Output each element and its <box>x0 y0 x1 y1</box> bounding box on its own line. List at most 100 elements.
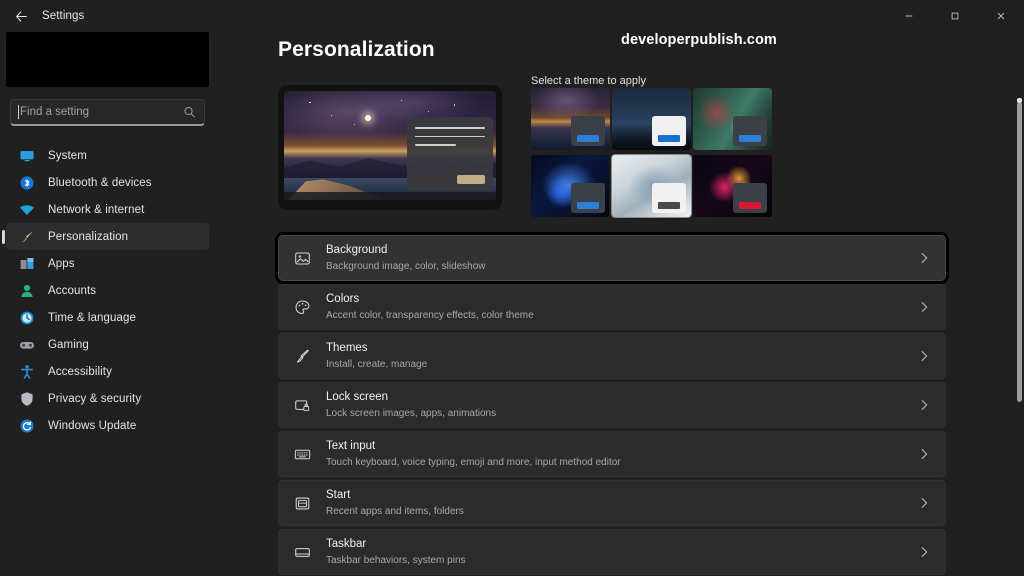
settings-row-title: Background <box>326 243 917 259</box>
theme-tile-6[interactable] <box>693 155 772 217</box>
wifi-icon <box>18 201 35 218</box>
sidebar-item-personalization[interactable]: Personalization <box>6 223 209 250</box>
sidebar-item-label: Privacy & security <box>48 393 141 405</box>
person-icon <box>18 282 35 299</box>
settings-row-subtitle: Lock screen images, apps, animations <box>326 407 917 421</box>
close-button[interactable] <box>978 0 1024 32</box>
settings-list: Background Background image, color, slid… <box>278 235 948 576</box>
search-icon[interactable] <box>183 106 196 119</box>
settings-row-text: Text input Touch keyboard, voice typing,… <box>326 439 917 469</box>
sidebar-item-label: Apps <box>48 258 75 270</box>
theme-tile-5[interactable] <box>612 155 691 217</box>
monitor-icon <box>18 147 35 164</box>
theme-window-preview <box>733 183 767 213</box>
bluetooth-icon <box>18 174 35 191</box>
settings-row-background[interactable]: Background Background image, color, slid… <box>278 235 946 281</box>
sidebar-item-label: Windows Update <box>48 420 136 432</box>
preview-window <box>407 117 493 191</box>
update-icon <box>18 417 35 434</box>
theme-tile-2[interactable] <box>612 88 691 150</box>
star <box>454 104 456 106</box>
apps-icon <box>18 255 35 272</box>
title-bar: Settings <box>0 0 1024 32</box>
settings-row-lock-screen[interactable]: Lock screen Lock screen images, apps, an… <box>278 382 946 428</box>
chevron-right-icon <box>917 349 931 363</box>
settings-row-subtitle: Recent apps and items, folders <box>326 505 917 519</box>
theme-window-preview <box>571 116 605 146</box>
sidebar-item-gaming[interactable]: Gaming <box>6 331 209 358</box>
search-input[interactable]: Find a setting <box>10 99 205 126</box>
chevron-right-icon <box>917 300 931 314</box>
sidebar-item-apps[interactable]: Apps <box>6 250 209 277</box>
accessibility-icon <box>18 363 35 380</box>
settings-row-title: Taskbar <box>326 537 917 553</box>
chevron-right-icon <box>917 251 931 265</box>
sidebar-item-label: Gaming <box>48 339 89 351</box>
theme-window-preview <box>571 183 605 213</box>
sidebar-item-privacy-security[interactable]: Privacy & security <box>6 385 209 412</box>
desktop-preview <box>278 85 502 210</box>
chevron-right-icon <box>917 496 931 510</box>
picture-icon <box>292 248 312 268</box>
shield-icon <box>18 390 35 407</box>
sidebar-item-system[interactable]: System <box>6 142 209 169</box>
star <box>331 115 332 116</box>
vertical-scrollbar[interactable] <box>1017 102 1022 576</box>
gamepad-icon <box>18 336 35 353</box>
theme-tile-3[interactable] <box>693 88 772 150</box>
sidebar-item-label: System <box>48 150 87 162</box>
main-content: Personalization developerpublish.com <box>215 32 1024 576</box>
back-button[interactable] <box>4 1 38 31</box>
theme-window-preview <box>733 116 767 146</box>
sidebar-item-label: Time & language <box>48 312 136 324</box>
maximize-button[interactable] <box>932 0 978 32</box>
minimize-button[interactable] <box>886 0 932 32</box>
sidebar-item-label: Network & internet <box>48 204 144 216</box>
preview-taskbar <box>284 192 496 200</box>
watermark: developerpublish.com <box>621 32 777 48</box>
settings-row-taskbar[interactable]: Taskbar Taskbar behaviors, system pins <box>278 529 946 575</box>
settings-window: Settings Find <box>0 0 1024 576</box>
sidebar-item-bluetooth-devices[interactable]: Bluetooth & devices <box>6 169 209 196</box>
settings-row-title: Text input <box>326 439 917 455</box>
settings-row-title: Lock screen <box>326 390 917 406</box>
sidebar-item-accounts[interactable]: Accounts <box>6 277 209 304</box>
star <box>309 102 311 104</box>
theme-tile-1[interactable] <box>531 88 610 150</box>
search-placeholder: Find a setting <box>20 106 89 118</box>
taskbar-icon <box>292 542 312 562</box>
account-card-redacted <box>6 32 209 87</box>
chevron-right-icon <box>917 545 931 559</box>
page-title: Personalization <box>278 38 435 62</box>
sidebar-item-label: Personalization <box>48 231 128 243</box>
sidebar-item-windows-update[interactable]: Windows Update <box>6 412 209 439</box>
settings-row-start[interactable]: Start Recent apps and items, folders <box>278 480 946 526</box>
settings-row-text-input[interactable]: Text input Touch keyboard, voice typing,… <box>278 431 946 477</box>
star <box>428 111 429 112</box>
settings-row-subtitle: Touch keyboard, voice typing, emoji and … <box>326 456 917 470</box>
clock-icon <box>18 309 35 326</box>
settings-row-themes[interactable]: Themes Install, create, manage <box>278 333 946 379</box>
theme-tile-4[interactable] <box>531 155 610 217</box>
preview-screen <box>284 91 496 200</box>
settings-row-text: Taskbar Taskbar behaviors, system pins <box>326 537 917 567</box>
sidebar-nav: System Bluetooth & devices Network & int… <box>0 142 215 439</box>
caption-buttons <box>886 0 1024 32</box>
settings-row-text: Start Recent apps and items, folders <box>326 488 917 518</box>
sidebar-item-network-internet[interactable]: Network & internet <box>6 196 209 223</box>
moon <box>365 115 371 121</box>
settings-row-subtitle: Taskbar behaviors, system pins <box>326 554 917 568</box>
settings-row-title: Colors <box>326 292 917 308</box>
theme-window-preview <box>652 183 686 213</box>
lockscreen-icon <box>292 395 312 415</box>
scrollbar-thumb-cap <box>1017 98 1022 103</box>
preview-button <box>457 175 485 184</box>
back-arrow-icon <box>15 10 28 23</box>
paintbrush-icon <box>18 228 35 245</box>
star <box>401 100 403 102</box>
settings-row-colors[interactable]: Colors Accent color, transparency effect… <box>278 284 946 330</box>
scrollbar-thumb[interactable] <box>1017 102 1022 402</box>
sidebar-item-time-language[interactable]: Time & language <box>6 304 209 331</box>
sidebar-item-accessibility[interactable]: Accessibility <box>6 358 209 385</box>
sidebar-item-label: Accounts <box>48 285 96 297</box>
